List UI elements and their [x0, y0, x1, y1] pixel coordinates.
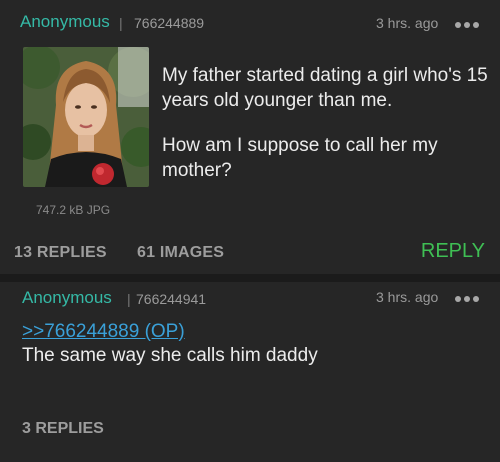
more-options-icon[interactable]	[455, 22, 479, 28]
post-image-thumbnail[interactable]	[23, 47, 149, 187]
post-id[interactable]: 766244889	[134, 15, 204, 31]
replies-count[interactable]: 13 REPLIES	[14, 244, 107, 262]
post-original: Anonymous | 766244889 3 hrs. ago 747.2 k…	[0, 0, 500, 274]
post-body: The same way she calls him daddy	[22, 345, 318, 366]
post-id[interactable]: 766244941	[136, 291, 206, 307]
post-time: 3 hrs. ago	[376, 15, 439, 31]
quote-link[interactable]: >>766244889 (OP)	[22, 321, 185, 343]
post-author[interactable]: Anonymous	[20, 12, 110, 32]
post-paragraph: How am I suppose to call her my mother?	[162, 135, 438, 181]
more-options-icon[interactable]	[455, 296, 479, 302]
post-time: 3 hrs. ago	[376, 289, 439, 305]
post-divider	[0, 274, 500, 282]
reply-button[interactable]: REPLY	[421, 240, 485, 263]
header-separator: |	[119, 15, 123, 31]
file-size: 747.2 kB JPG	[36, 203, 111, 217]
images-count[interactable]: 61 IMAGES	[137, 244, 224, 262]
post-author[interactable]: Anonymous	[22, 288, 112, 308]
post-paragraph: My father started dating a girl who's 15…	[162, 65, 488, 111]
replies-count[interactable]: 3 REPLIES	[22, 420, 104, 438]
header-separator: |	[127, 291, 131, 307]
post-body: My father started dating a girl who's 15…	[162, 63, 492, 203]
portrait-image	[23, 47, 149, 187]
post-header: Anonymous | 766244941 3 hrs. ago	[0, 284, 500, 314]
post-header: Anonymous | 766244889 3 hrs. ago	[0, 6, 500, 36]
